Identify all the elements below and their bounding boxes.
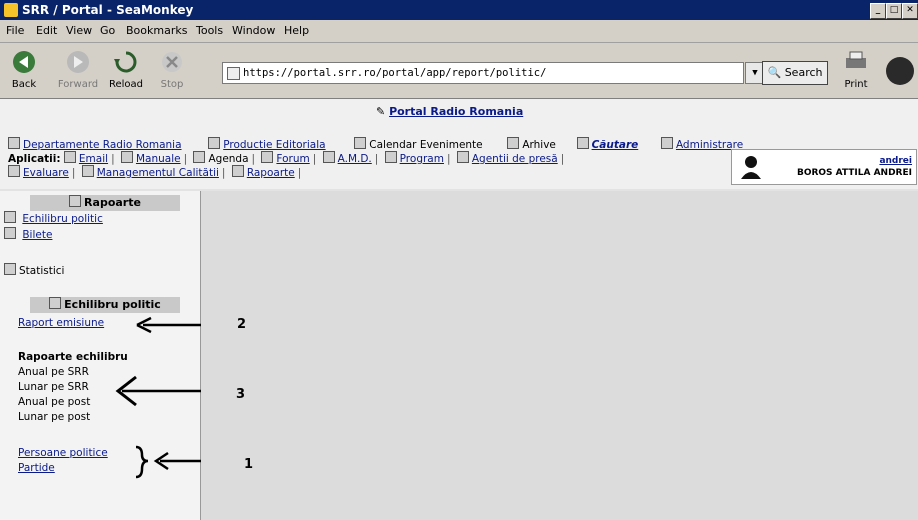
balance-icon (4, 211, 16, 223)
forward-arrow-icon (67, 51, 89, 73)
search-icon: 🔍 (767, 66, 782, 79)
user-login-link[interactable]: andrei (879, 156, 912, 166)
link-partide[interactable]: Partide (18, 462, 55, 474)
program-icon (384, 151, 397, 163)
menu-tools[interactable]: Tools (196, 24, 223, 37)
link-manuale[interactable]: Manuale (136, 153, 181, 165)
throbber-icon (886, 57, 914, 85)
ticket-icon (4, 227, 16, 239)
departments-icon (8, 137, 20, 149)
menu-window[interactable]: Window (232, 24, 275, 37)
link-persoane-politice[interactable]: Persoane politice (18, 447, 108, 459)
link-rapoarte[interactable]: Rapoarte (247, 167, 295, 179)
link-raport-emisiune[interactable]: Raport emisiune (18, 317, 104, 329)
forum-icon (261, 151, 274, 163)
portal-title-link[interactable]: Portal Radio Romania (389, 105, 523, 118)
link-agentii[interactable]: Agentii de presă (472, 153, 558, 165)
link-cautare[interactable]: Căutare (592, 139, 639, 151)
user-fullname: BOROS ATTILA ANDREI (796, 168, 912, 178)
sidebar-item-echilibru[interactable]: Echilibru politic (4, 211, 103, 225)
menu-file[interactable]: File (6, 24, 24, 37)
production-icon (208, 137, 221, 149)
sidebar: Rapoarte Echilibru politic Bilete Statis… (0, 191, 232, 520)
url-input[interactable]: https://portal.srr.ro/portal/app/report/… (222, 62, 765, 84)
admin-icon (660, 137, 673, 149)
link-productie[interactable]: Productie Editoriala (223, 139, 325, 151)
user-box: andrei BOROS ATTILA ANDREI (731, 149, 917, 185)
menu-go[interactable]: Go (100, 24, 115, 37)
minimize-button[interactable]: _ (870, 3, 886, 19)
link-management-calitate[interactable]: Managementul Calitătii (97, 167, 219, 179)
menu-bar: File Edit View Go Bookmarks Tools Window… (0, 20, 918, 43)
archive-icon (507, 137, 520, 149)
annotation-number-3: 3 (236, 387, 246, 402)
link-evaluare[interactable]: Evaluare (23, 167, 69, 179)
applications-label: Aplicatii: (8, 153, 61, 165)
annotation-number-2: 2 (237, 317, 247, 332)
annotation-number-1: 1 (244, 457, 254, 472)
portal-title: ✎ Portal Radio Romania (376, 105, 523, 118)
sidebar-section-echilibru: Echilibru politic (30, 297, 180, 313)
search-page-icon (576, 137, 589, 149)
print-button[interactable]: Print (834, 47, 878, 93)
menu-bookmarks[interactable]: Bookmarks (126, 24, 187, 37)
user-avatar-icon (741, 156, 761, 179)
header-nav-row: Departamente Radio Romania Productie Edi… (8, 137, 743, 151)
printer-icon (846, 51, 866, 68)
link-anual-srr[interactable]: Anual pe SRR (18, 366, 89, 378)
menu-help[interactable]: Help (284, 24, 309, 37)
portal-logo-icon: ✎ (376, 105, 386, 118)
stop-button[interactable]: Stop (150, 47, 194, 93)
title-bar: SRR / Portal - SeaMonkey _ □ ✕ (0, 0, 918, 20)
app-icon (4, 3, 18, 17)
back-button[interactable]: Back (2, 47, 46, 93)
link-amd[interactable]: A.M.D. (338, 153, 372, 165)
link-program[interactable]: Program (400, 153, 444, 165)
news-agencies-icon (456, 151, 469, 163)
reload-icon (114, 51, 137, 73)
calendar-icon (354, 137, 367, 149)
close-button[interactable]: ✕ (902, 3, 918, 19)
link-departamente[interactable]: Departamente Radio Romania (23, 139, 182, 151)
link-arhive[interactable]: Arhive (522, 139, 556, 151)
link-anual-post[interactable]: Anual pe post (18, 396, 90, 408)
manuals-icon (120, 151, 133, 163)
menu-edit[interactable]: Edit (36, 24, 57, 37)
forward-button[interactable]: Forward (56, 47, 100, 93)
link-email[interactable]: Email (79, 153, 108, 165)
back-arrow-icon (13, 51, 35, 73)
maximize-button[interactable]: □ (886, 3, 902, 19)
email-icon (63, 151, 76, 163)
amd-icon (322, 151, 335, 163)
sidebar-item-bilete[interactable]: Bilete (4, 227, 52, 241)
link-agenda[interactable]: Agenda (208, 153, 248, 165)
reports-icon (231, 165, 244, 177)
sidebar-item-statistici[interactable]: Statistici (4, 263, 64, 277)
search-button[interactable]: 🔍 Search (762, 61, 828, 85)
link-lunar-post[interactable]: Lunar pe post (18, 411, 90, 423)
link-calendar[interactable]: Calendar Evenimente (369, 139, 482, 151)
agenda-icon (193, 151, 206, 163)
menu-view[interactable]: View (66, 24, 92, 37)
stop-icon (162, 52, 182, 72)
link-forum[interactable]: Forum (276, 153, 309, 165)
annotation-arrow-3 (115, 375, 207, 407)
window-title: SRR / Portal - SeaMonkey (22, 3, 194, 17)
content-area (201, 191, 918, 520)
sidebar-section-rapoarte: Rapoarte (30, 195, 180, 211)
statistics-icon (4, 263, 16, 275)
reload-button[interactable]: Reload (104, 47, 148, 93)
evaluation-icon (8, 165, 20, 177)
applications-row-2: Evaluare | Managementul Calitătii | Rapoar… (8, 165, 304, 179)
link-lunar-srr[interactable]: Lunar pe SRR (18, 381, 89, 393)
rapoarte-echilibru-heading: Rapoarte echilibru (18, 351, 128, 363)
reports-section-icon (69, 195, 82, 207)
balance-section-icon (49, 297, 62, 309)
quality-icon (81, 165, 94, 177)
portal-header: ✎ Portal Radio Romania Departamente Radi… (0, 99, 918, 189)
applications-row: Aplicatii: Email | Manuale | Agenda | Forum… (8, 151, 565, 165)
page-favicon-icon (227, 67, 240, 80)
page-content: ✎ Portal Radio Romania Departamente Radi… (0, 99, 918, 520)
